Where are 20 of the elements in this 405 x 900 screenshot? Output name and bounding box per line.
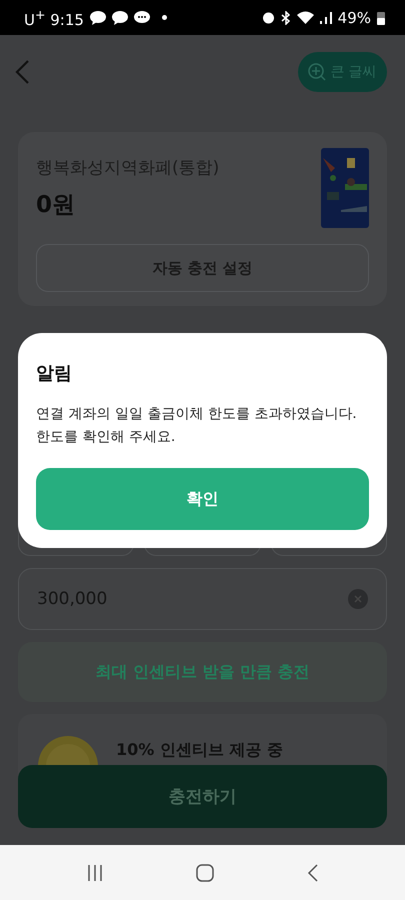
wallet-balance: 0원 (36, 191, 76, 220)
confirm-button[interactable]: 확인 (36, 468, 369, 530)
chat-icon (90, 10, 106, 24)
signal-icon (320, 12, 332, 24)
battery-icon (377, 10, 385, 24)
dialog-message: 연결 계좌의 일일 출금이체 한도를 초과하였습니다. 한도를 확인해 주세요. (36, 405, 358, 447)
message-icon (134, 10, 150, 24)
max-incentive-button[interactable]: 최대 인센티브 받을 만큼 충전 (18, 642, 387, 702)
dialog-title: 알림 (36, 362, 73, 385)
home-icon[interactable] (196, 864, 214, 882)
back-icon[interactable] (306, 864, 318, 882)
battery-percentage: 49% (338, 8, 371, 26)
wifi-icon (296, 11, 314, 24)
charge-button[interactable]: 충전하기 (18, 765, 387, 828)
recent-apps-icon[interactable] (86, 864, 102, 882)
zoom-in-icon (308, 62, 326, 80)
status-time: U$^{+}$ 9:15 (24, 6, 84, 28)
dot-icon (162, 15, 167, 20)
bluetooth-icon (280, 10, 291, 24)
chat-icon (112, 10, 128, 24)
